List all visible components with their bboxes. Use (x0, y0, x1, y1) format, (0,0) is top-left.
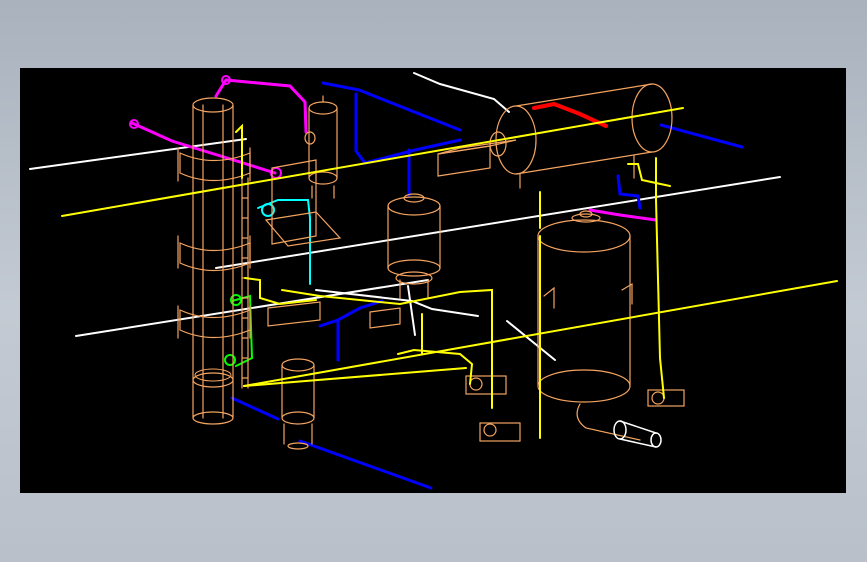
vessel-small-bottom[interactable] (281, 358, 315, 450)
water-line-top (321, 81, 462, 132)
utility-line-4 (413, 72, 510, 113)
cad-viewport[interactable] (20, 68, 846, 493)
water-line-drum (659, 123, 744, 149)
piping-3d-model (29, 72, 838, 490)
water-line-low-1 (230, 396, 280, 421)
water-line-low-2 (298, 439, 433, 490)
vessel-small-top[interactable] (304, 95, 338, 199)
equipment (177, 83, 685, 450)
process-line-k (243, 367, 467, 387)
utility-line-6 (506, 320, 556, 361)
steam-line-overhead (214, 78, 308, 134)
utility-line-7 (407, 285, 416, 336)
pipe-supports (267, 301, 401, 329)
process-line-g (655, 157, 665, 399)
process-line-i (235, 123, 243, 179)
drum-horizontal[interactable] (437, 83, 673, 189)
process-line-c (397, 348, 474, 385)
outlet-pipe (613, 420, 662, 448)
utility-lines-white (29, 72, 781, 361)
water-line-pump (318, 299, 384, 328)
utility-line-2 (215, 176, 781, 269)
